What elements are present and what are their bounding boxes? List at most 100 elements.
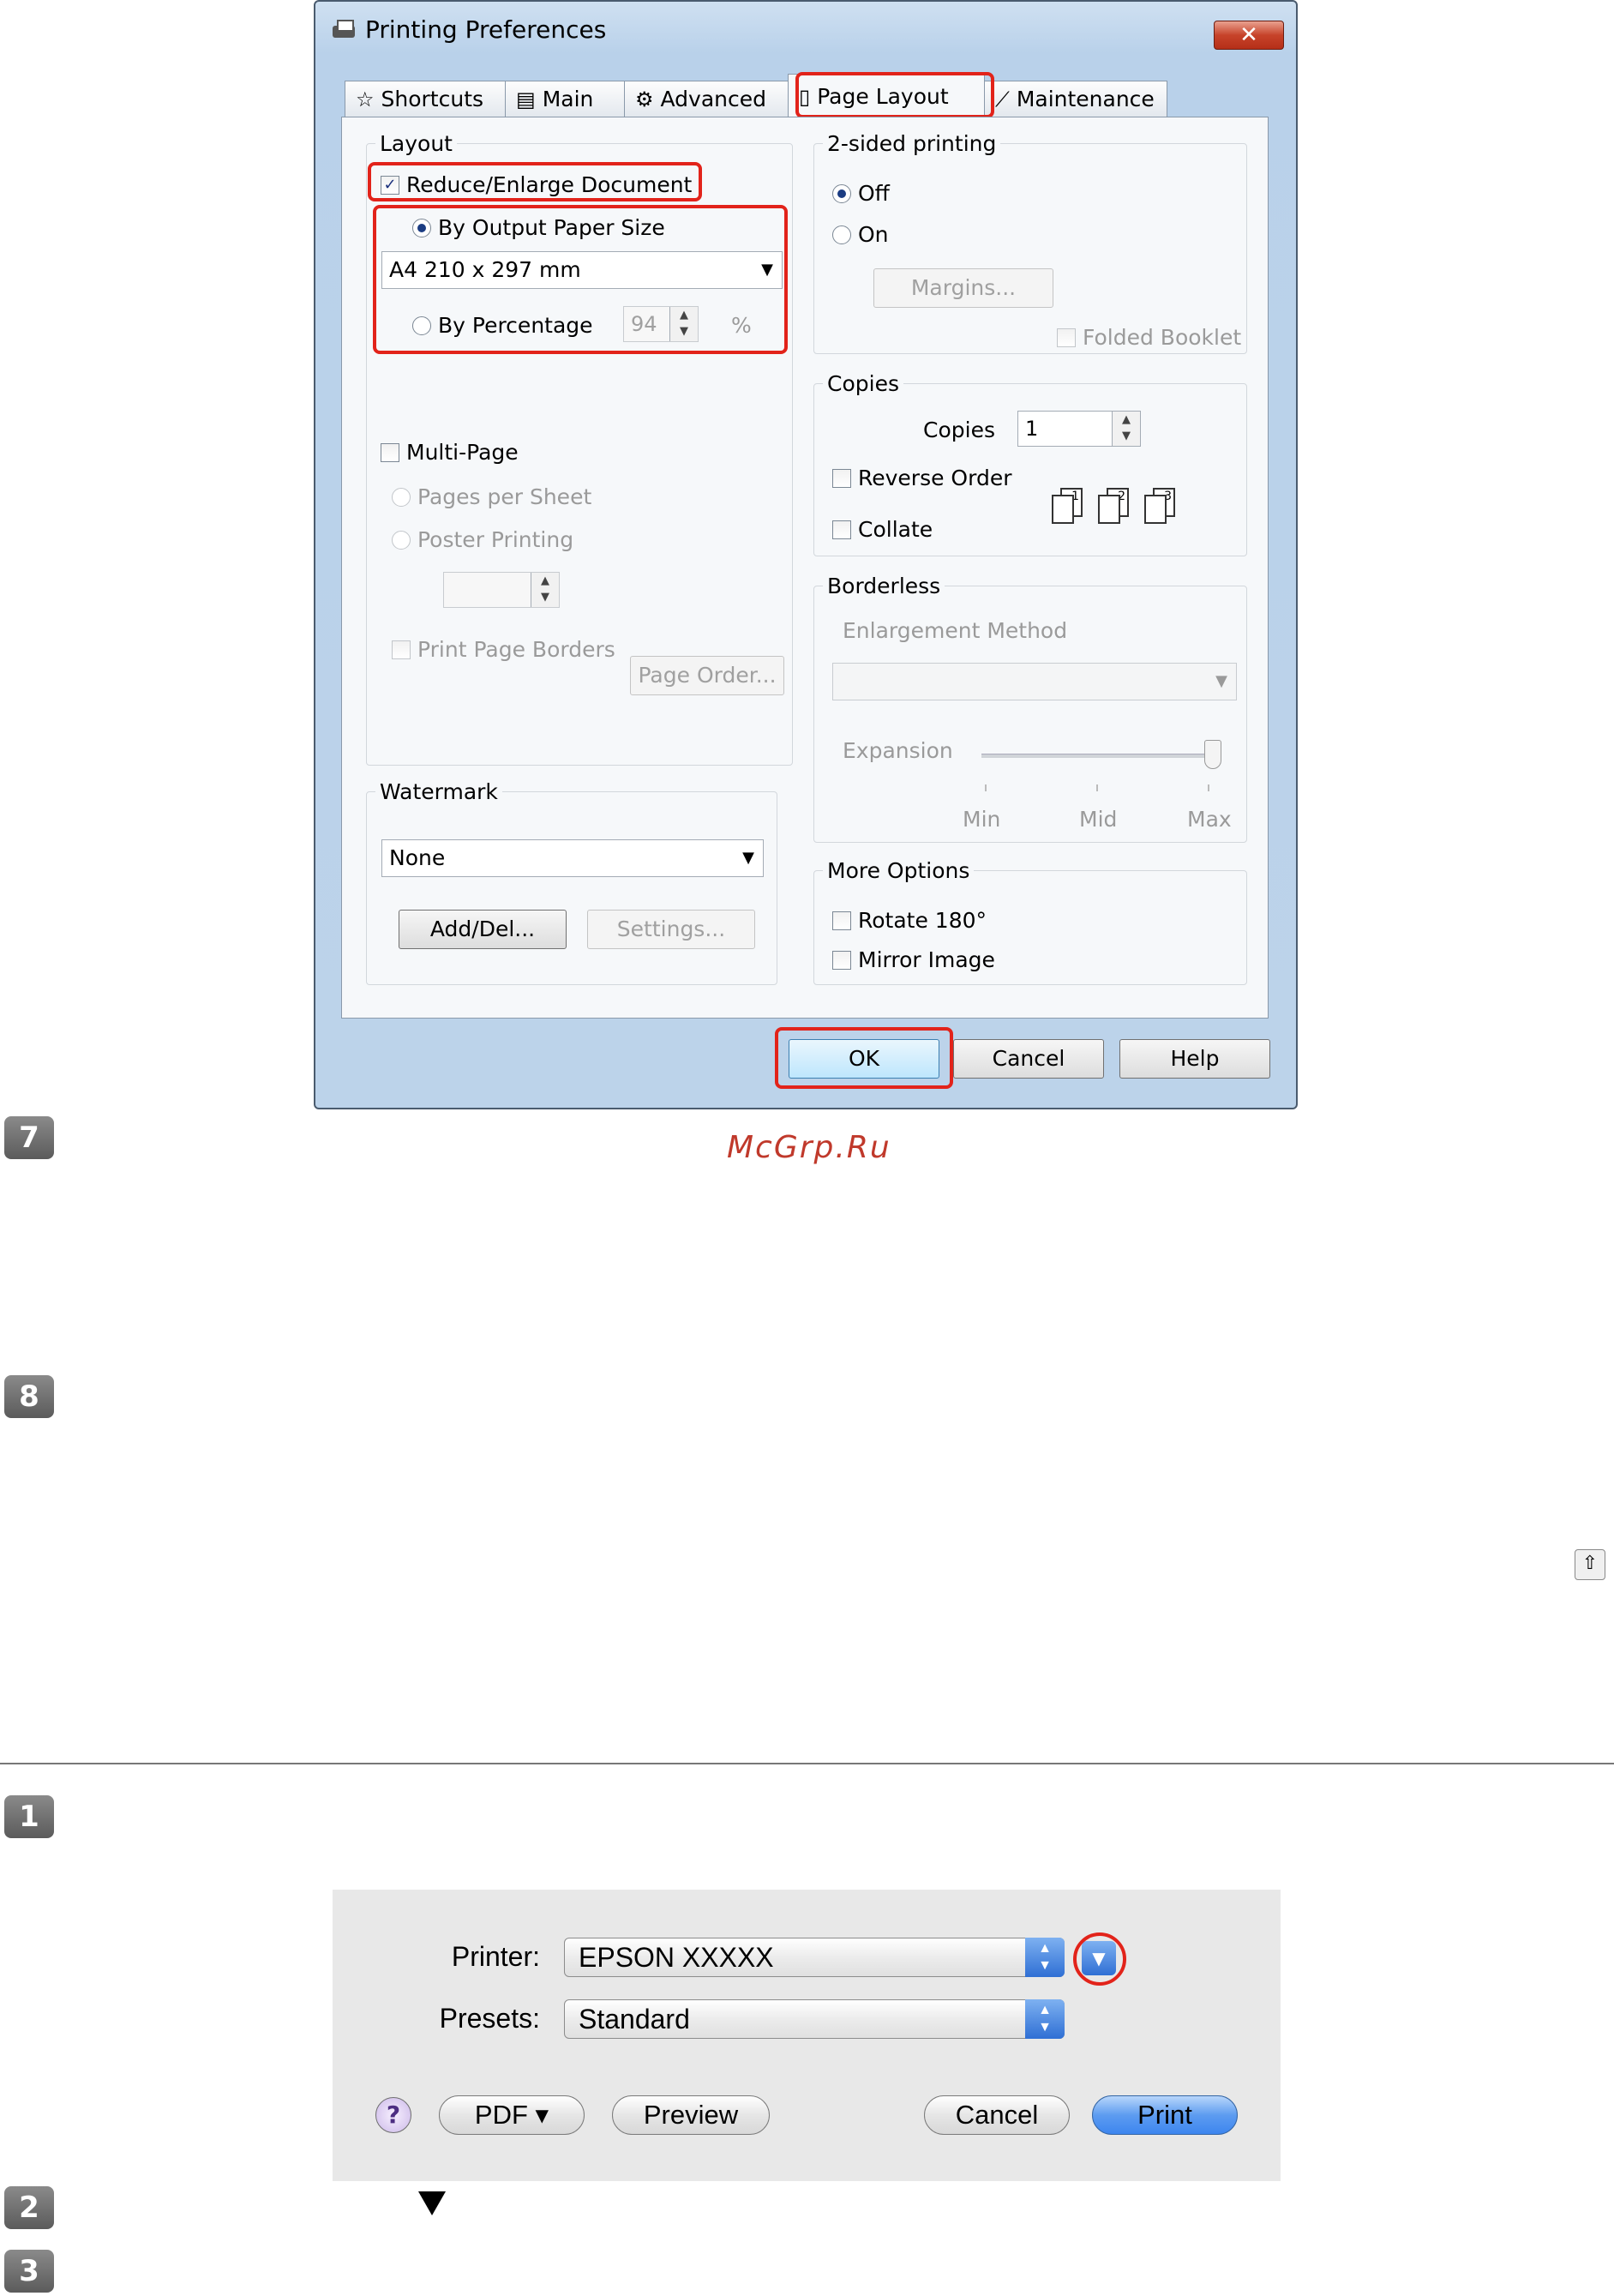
enlargement-method-text: Enlargement Method (843, 618, 1068, 643)
multi-page-checkbox[interactable]: Multi-Page (381, 440, 519, 465)
borderless-legend: Borderless (827, 574, 941, 598)
tab-label: Main (542, 87, 594, 111)
step-badge-7: 7 (4, 1116, 54, 1159)
help-button[interactable]: ? (375, 2097, 411, 2133)
watermark-select[interactable]: None ▼ (381, 839, 764, 877)
pdf-button[interactable]: PDF ▾ (439, 2095, 585, 2135)
copies-label: Copies (923, 418, 995, 442)
tab-bar: ☆ Shortcuts ▤ Main ⚙ Advanced ▯ Page Lay… (345, 74, 1167, 118)
dropdown-arrow-icon: ▼ (1215, 672, 1227, 690)
folded-booklet-checkbox[interactable]: Folded Booklet (1057, 325, 1241, 350)
two-sided-on-radio[interactable]: On (832, 222, 889, 247)
max-text: Max (1187, 807, 1232, 832)
step-badge-1: 1 (4, 1795, 54, 1838)
mirror-image-checkbox[interactable]: Mirror Image (832, 947, 995, 972)
tab-label: Shortcuts (381, 87, 484, 111)
printer-value: EPSON XXXXX (579, 1942, 774, 1973)
radio-icon (832, 225, 851, 244)
print-button[interactable]: Print (1092, 2095, 1238, 2135)
slider-tick (985, 784, 987, 791)
dialog-title: Printing Preferences (365, 15, 607, 44)
copies-label-text: Copies (923, 418, 995, 442)
gears-icon: ⚙ (635, 87, 654, 111)
page-order-button[interactable]: Page Order... (630, 656, 784, 695)
presets-label: Presets: (439, 2003, 540, 2034)
margins-button[interactable]: Margins... (873, 268, 1053, 308)
enlargement-method-select[interactable]: ▼ (832, 663, 1237, 700)
expansion-slider-track[interactable] (981, 754, 1213, 758)
borderless-group: Borderless (813, 574, 1247, 843)
rotate-180-checkbox[interactable]: Rotate 180° (832, 908, 987, 933)
presets-popup[interactable]: Standard ▲ ▼ (564, 1999, 1065, 2039)
radio-icon (392, 487, 411, 507)
copies-spinner[interactable]: 1 ▲ ▼ (1017, 411, 1141, 447)
checkbox-icon (832, 520, 851, 539)
add-del-button[interactable]: Add/Del... (399, 910, 567, 949)
two-sided-off-label: Off (858, 181, 890, 206)
page-layout-panel: Layout ✓ Reduce/Enlarge Document By Outp… (341, 117, 1269, 1019)
layout-legend: Layout (380, 131, 453, 156)
cancel-button[interactable]: Cancel (924, 2095, 1070, 2135)
mac-print-dialog: Printer: EPSON XXXXX ▲ ▼ ▼ Presets: Stand… (333, 1890, 1281, 2181)
cancel-button[interactable]: Cancel (953, 1039, 1104, 1079)
pages-spinner[interactable]: ▲ ▼ (443, 572, 560, 608)
checkbox-icon (381, 442, 399, 462)
collate-label: Collate (858, 517, 933, 542)
step-badge-3: 3 (4, 2250, 54, 2293)
checkbox-icon (1057, 328, 1076, 347)
printer-popup[interactable]: EPSON XXXXX ▲ ▼ (564, 1938, 1065, 1977)
expansion-label: Expansion (843, 738, 953, 763)
step-badge-8: 8 (4, 1375, 54, 1418)
expansion-text: Expansion (843, 738, 953, 763)
close-button[interactable]: ✕ (1214, 21, 1284, 50)
page-stack-icon: 3 (1144, 488, 1179, 527)
back-to-top-icon[interactable]: ⇧ (1575, 1549, 1605, 1580)
presets-value: Standard (579, 2004, 690, 2035)
rotate-180-label: Rotate 180° (858, 908, 987, 933)
spinner-arrows-icon[interactable]: ▲ ▼ (531, 573, 559, 607)
pages-per-sheet-radio[interactable]: Pages per Sheet (392, 484, 591, 509)
print-page-borders-checkbox[interactable]: Print Page Borders (392, 637, 615, 662)
tab-maintenance[interactable]: ⟋ Maintenance (984, 81, 1167, 117)
highlight-ok-button (775, 1027, 953, 1089)
page-stack-icon: 1 (1052, 488, 1086, 527)
preview-button[interactable]: Preview (612, 2095, 770, 2135)
tab-shortcuts[interactable]: ☆ Shortcuts (345, 81, 506, 117)
updown-arrows-icon: ▲ ▼ (1025, 1938, 1065, 1977)
expansion-max-label: Max (1187, 807, 1232, 832)
reverse-order-checkbox[interactable]: Reverse Order (832, 466, 1011, 490)
more-options-legend: More Options (827, 858, 970, 883)
copies-value: 1 (1025, 417, 1039, 441)
expansion-slider-thumb[interactable] (1204, 740, 1221, 769)
tab-advanced[interactable]: ⚙ Advanced (624, 81, 789, 117)
two-sided-off-radio[interactable]: Off (832, 181, 890, 206)
copies-legend: Copies (827, 371, 899, 396)
watermark-value: None (389, 845, 446, 870)
reverse-order-label: Reverse Order (858, 466, 1012, 490)
disclosure-triangle-icon (418, 2191, 446, 2215)
enlargement-method-label: Enlargement Method (843, 618, 1067, 643)
help-button[interactable]: Help (1119, 1039, 1270, 1079)
updown-arrows-icon: ▲ ▼ (1025, 1999, 1065, 2039)
checkbox-icon (392, 640, 411, 659)
collate-checkbox[interactable]: Collate (832, 517, 933, 542)
spinner-arrows-icon[interactable]: ▲ ▼ (1112, 412, 1140, 446)
tab-main[interactable]: ▤ Main (505, 81, 625, 117)
checkbox-icon (832, 468, 851, 488)
radio-icon (392, 530, 411, 550)
tab-label: Maintenance (1016, 87, 1155, 111)
two-sided-legend: 2-sided printing (827, 131, 997, 156)
print-page-borders-label: Print Page Borders (417, 637, 615, 662)
folded-booklet-label: Folded Booklet (1083, 325, 1242, 350)
pages-per-sheet-label: Pages per Sheet (417, 484, 592, 509)
highlight-reduce-enlarge (368, 162, 702, 201)
poster-printing-radio[interactable]: Poster Printing (392, 527, 573, 552)
dropdown-arrow-icon: ▼ (742, 849, 754, 867)
step-badge-2: 2 (4, 2186, 54, 2229)
collate-pages-icon: 1 2 3 (1052, 488, 1179, 527)
printer-icon (331, 19, 357, 41)
highlight-page-layout-tab (795, 72, 994, 118)
tab-label: Advanced (660, 87, 767, 111)
star-icon: ☆ (356, 87, 375, 111)
watermark-settings-button[interactable]: Settings... (587, 910, 755, 949)
